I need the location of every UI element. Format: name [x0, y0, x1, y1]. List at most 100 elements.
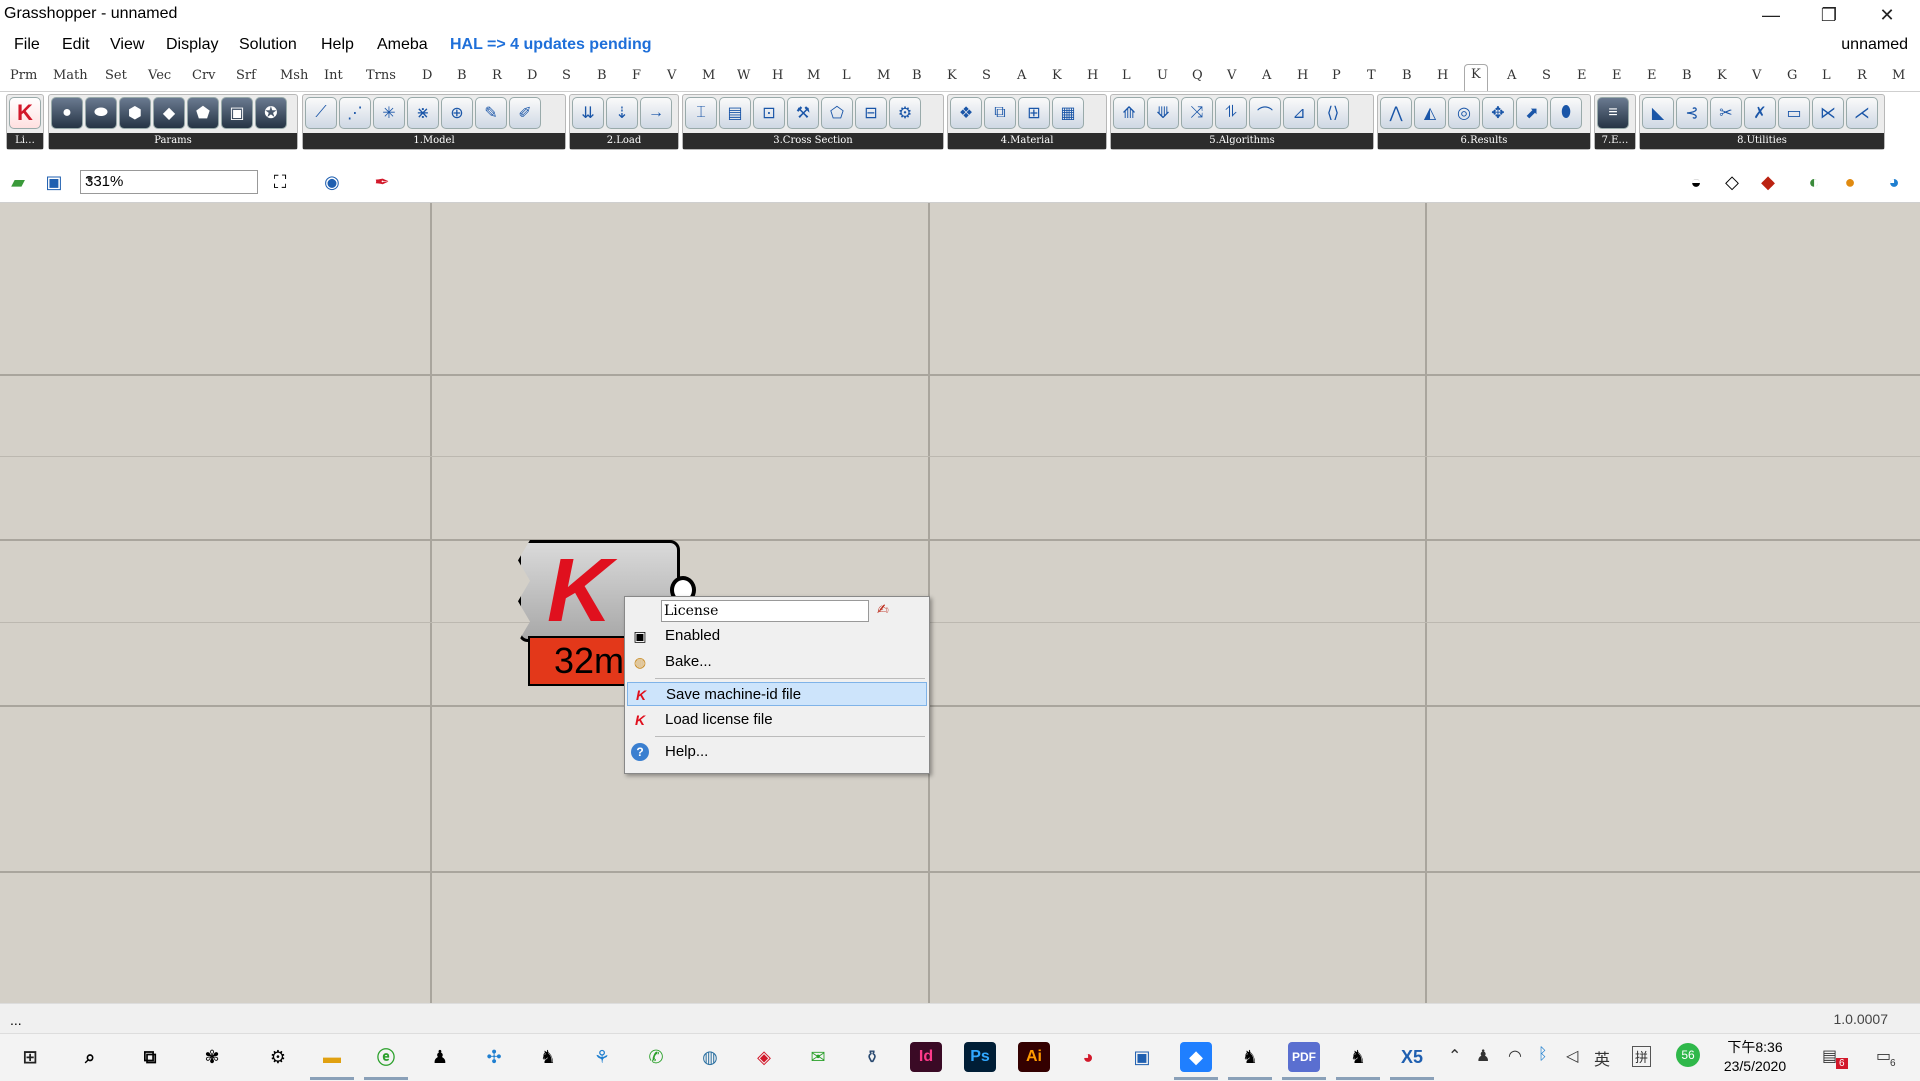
large-deformation-icon[interactable]: ⟨⟩	[1317, 97, 1349, 129]
buckling-modes-icon[interactable]: ⥮	[1215, 97, 1247, 129]
tab-a[interactable]: A	[1017, 68, 1026, 83]
tab-v[interactable]: V	[1752, 68, 1761, 83]
ribbon-group-label[interactable]: 1.Model	[303, 133, 565, 149]
eccentricity-icon[interactable]: ⚒	[787, 97, 819, 129]
material-selection-icon[interactable]: ⧉	[984, 97, 1016, 129]
beam-joint-icon[interactable]: ⬠	[821, 97, 853, 129]
tab-m[interactable]: M	[877, 68, 890, 83]
tab-b[interactable]: B	[1682, 68, 1692, 83]
menu-ameba[interactable]: Ameba	[377, 36, 428, 54]
tab-v[interactable]: V	[1227, 68, 1236, 83]
menu-item-bake[interactable]: ◍ Bake...	[627, 650, 927, 674]
menu-file[interactable]: File	[14, 36, 40, 54]
tab-vec[interactable]: Vec	[148, 68, 171, 83]
material-properties-icon[interactable]: ❖	[950, 97, 982, 129]
feishu-app-icon[interactable]: ◆	[1174, 1042, 1218, 1080]
tab-set[interactable]: Set	[105, 68, 127, 83]
tab-d[interactable]: D	[527, 68, 537, 83]
param-point-icon[interactable]: ●	[51, 97, 83, 129]
tab-prm[interactable]: Prm	[10, 68, 37, 83]
tab-q[interactable]: Q	[1192, 68, 1203, 83]
preview-off-icon[interactable]: ◒	[1682, 168, 1710, 196]
tab-s[interactable]: S	[1542, 68, 1551, 83]
rhino-app-icon[interactable]: ♞	[532, 1042, 564, 1072]
tab-m[interactable]: M	[807, 68, 820, 83]
cross-section-selector-icon[interactable]: ⊡	[753, 97, 785, 129]
tab-crv[interactable]: Crv	[192, 68, 216, 83]
photoshop-icon[interactable]: Ps	[964, 1042, 996, 1072]
component-name-field[interactable]: License	[661, 600, 869, 622]
tray-pinyin-label[interactable]: 拼	[1632, 1046, 1652, 1067]
cross-sections-icon[interactable]: ⌶	[685, 97, 717, 129]
analyze-icon[interactable]: ⟰	[1113, 97, 1145, 129]
analyze-thi-icon[interactable]: ⟱	[1147, 97, 1179, 129]
nearest-neighbor-icon[interactable]: ⊰	[1676, 97, 1708, 129]
tab-g[interactable]: G	[1787, 68, 1797, 83]
x5-app-icon[interactable]: X5	[1390, 1042, 1434, 1080]
illustrator-icon[interactable]: Ai	[1018, 1042, 1050, 1072]
ribbon-group-label[interactable]: 2.Load	[570, 133, 678, 149]
tab-b[interactable]: B	[1402, 68, 1412, 83]
start-windows-icon[interactable]: ⊞	[14, 1042, 46, 1072]
tab-t[interactable]: T	[1367, 68, 1376, 83]
param-load-icon[interactable]: ⬟	[187, 97, 219, 129]
connectivity-icon[interactable]: ⋰	[339, 97, 371, 129]
tab-srf[interactable]: Srf	[236, 68, 256, 83]
menu-item-help[interactable]: ? Help...	[627, 740, 927, 764]
detect-collisions-icon[interactable]: ▭	[1778, 97, 1810, 129]
tab-b[interactable]: B	[457, 68, 467, 83]
menu-help[interactable]: Help	[321, 36, 354, 54]
beam-view-icon[interactable]: ◭	[1414, 97, 1446, 129]
tab-v[interactable]: V	[667, 68, 676, 83]
tab-e[interactable]: E	[1647, 68, 1657, 83]
tab-h[interactable]: H	[1437, 68, 1448, 83]
param-support-icon[interactable]: ◆	[153, 97, 185, 129]
param-beam-icon[interactable]: ⬬	[85, 97, 117, 129]
tab-a[interactable]: A	[1507, 68, 1516, 83]
pdf-app-icon[interactable]: PDF	[1282, 1042, 1326, 1080]
tab-int[interactable]: Int	[324, 68, 343, 83]
tab-k[interactable]: K	[1717, 68, 1727, 83]
disassemble-material-icon[interactable]: ▦	[1052, 97, 1084, 129]
tab-f[interactable]: F	[632, 68, 641, 83]
settings-gear-icon[interactable]: ⚙	[262, 1042, 294, 1072]
action-center-icon[interactable]: ▭	[1876, 1046, 1891, 1066]
tab-r[interactable]: R	[1857, 68, 1867, 83]
menu-edit[interactable]: Edit	[62, 36, 90, 54]
get-cells-icon[interactable]: ⋉	[1812, 97, 1844, 129]
wechat-icon[interactable]: ✉	[802, 1042, 834, 1072]
tab-s[interactable]: S	[562, 68, 571, 83]
restore-button[interactable]: ❐	[1800, 0, 1858, 30]
tray-ime-label[interactable]: 英	[1594, 1046, 1610, 1070]
export-icon[interactable]: ≡	[1597, 97, 1629, 129]
network-app-icon[interactable]: ✣	[478, 1042, 510, 1072]
tab-a[interactable]: A	[1262, 68, 1271, 83]
menu-item-enabled[interactable]: ▣ Enabled	[627, 624, 927, 648]
reaction-forces-icon[interactable]: ⬮	[1550, 97, 1582, 129]
task-view-icon[interactable]: ⧉	[134, 1042, 166, 1072]
mesh-load-icon[interactable]: →	[640, 97, 672, 129]
whatsapp-icon[interactable]: ✆	[640, 1042, 672, 1072]
tray-bluetooth-icon[interactable]: ᛒ	[1538, 1046, 1548, 1064]
tab-h[interactable]: H	[1297, 68, 1308, 83]
preview-shaded-icon[interactable]: ◆	[1754, 168, 1782, 196]
indesign-icon[interactable]: Id	[910, 1042, 942, 1072]
system-clock[interactable]: 下午8:36 23/5/2020	[1700, 1038, 1810, 1076]
ribbon-group-label[interactable]: 8.Utilities	[1640, 133, 1884, 149]
index-to-beam-icon[interactable]: ✳	[373, 97, 405, 129]
ribbon-group-label[interactable]: Li…	[7, 133, 43, 149]
tray-volume-icon[interactable]: ◁	[1566, 1046, 1578, 1066]
tab-e[interactable]: E	[1577, 68, 1587, 83]
chrome-icon[interactable]: ◕	[1072, 1042, 1104, 1072]
tray-wifi-icon[interactable]: ◠	[1508, 1046, 1522, 1066]
beam-forces-icon[interactable]: ⬈	[1516, 97, 1548, 129]
point-load-icon[interactable]: ⇣	[606, 97, 638, 129]
sketchup-icon[interactable]: ◈	[748, 1042, 780, 1072]
tab-u[interactable]: U	[1157, 68, 1168, 83]
python-app-icon[interactable]: ⚘	[586, 1042, 618, 1072]
ribbon-group-label[interactable]: Params	[49, 133, 297, 149]
tab-m[interactable]: M	[702, 68, 715, 83]
cross-section-settings-icon[interactable]: ⚙	[889, 97, 921, 129]
mesh-to-shell-icon[interactable]: ⋇	[407, 97, 439, 129]
browser-e-icon[interactable]: ⓔ	[364, 1042, 408, 1080]
